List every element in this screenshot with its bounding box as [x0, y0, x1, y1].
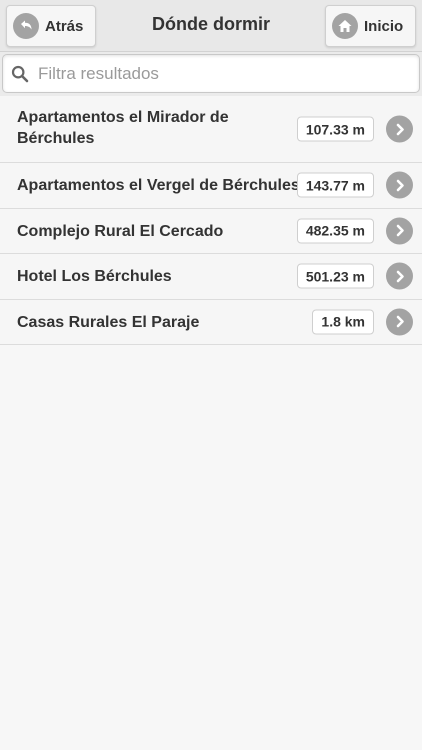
chevron-right-icon: [386, 115, 413, 143]
home-button-label: Inicio: [364, 17, 404, 35]
item-name: Hotel Los Bérchules: [17, 268, 172, 285]
list-item[interactable]: Apartamentos el Mirador de Bérchules 107…: [0, 96, 422, 163]
page-title: Dónde dormir: [151, 14, 270, 34]
list-item[interactable]: Hotel Los Bérchules 501.23 m: [0, 254, 422, 300]
list-item[interactable]: Casas Rurales El Paraje 1.8 km: [0, 299, 422, 345]
distance-badge: 482.35 m: [296, 218, 374, 244]
header-bar: Atrás Dónde dormir Inicio: [0, 0, 422, 52]
chevron-right-icon: [386, 262, 413, 290]
distance-badge: 1.8 km: [312, 309, 374, 335]
distance-badge: 501.23 m: [296, 263, 374, 289]
results-list: Apartamentos el Mirador de Bérchules 107…: [0, 96, 422, 345]
item-name: Casas Rurales El Paraje: [17, 313, 200, 331]
back-button-label: Atrás: [45, 17, 84, 35]
app: Atrás Dónde dormir Inicio Apartam: [0, 0, 422, 750]
home-icon: [332, 13, 358, 39]
search-box[interactable]: [2, 54, 420, 93]
list-item[interactable]: Complejo Rural El Cercado 482.35 m: [0, 208, 422, 254]
distance-badge: 143.77 m: [296, 172, 374, 198]
distance-badge: 107.33 m: [296, 116, 374, 142]
item-name: Apartamentos el Mirador de Bérchules: [17, 109, 229, 147]
back-button[interactable]: Atrás: [6, 5, 96, 47]
search-input[interactable]: [38, 63, 408, 84]
item-name: Apartamentos el Vergel de Bérchules: [17, 177, 300, 194]
search-icon: [11, 65, 29, 83]
search-bar: [0, 52, 422, 96]
item-name: Complejo Rural El Cercado: [17, 222, 224, 240]
home-button[interactable]: Inicio: [325, 5, 416, 47]
chevron-right-icon: [386, 308, 413, 336]
back-arrow-icon: [13, 13, 39, 39]
chevron-right-icon: [386, 217, 413, 245]
list-item[interactable]: Apartamentos el Vergel de Bérchules 143.…: [0, 163, 422, 209]
chevron-right-icon: [386, 171, 413, 199]
